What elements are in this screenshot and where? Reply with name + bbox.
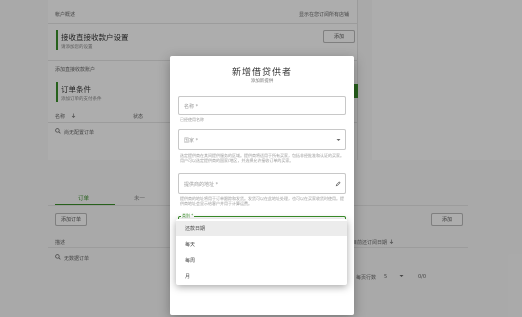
menu-item-daily[interactable]: 每天: [176, 237, 347, 252]
dialog-subtitle: 添加新提供: [250, 79, 274, 84]
dialog-title: 新增借贷供者: [231, 68, 292, 78]
name-field-helper: 已经使用名称: [180, 117, 204, 122]
country-select[interactable]: 国家 *: [178, 129, 346, 150]
name-field[interactable]: 名称 *: [178, 96, 346, 115]
pen-icon[interactable]: [334, 180, 341, 187]
category-dropdown-menu: 还款日期 每天 每周 月: [176, 219, 347, 285]
address-field-helper: 提供商的地址将用于订单跟踪和发货。发货可以在此地址处理，也可以在买家收货时使用。…: [180, 196, 344, 207]
caret-down-icon: [335, 137, 341, 143]
name-field-label: 名称 *: [184, 104, 199, 110]
address-field[interactable]: 提供商的地址 *: [178, 173, 346, 194]
menu-item-payment-date[interactable]: 还款日期: [176, 221, 347, 236]
menu-item-monthly[interactable]: 月: [176, 269, 347, 284]
country-select-helper: 选定提供商在其间提供服务的区域。提供商将适用于所有买家，包括非经批准和认证的买家…: [180, 153, 344, 164]
menu-item-weekly[interactable]: 每周: [176, 253, 347, 268]
address-field-label: 提供商的地址 *: [184, 182, 219, 188]
country-select-label: 国家 *: [184, 138, 199, 144]
